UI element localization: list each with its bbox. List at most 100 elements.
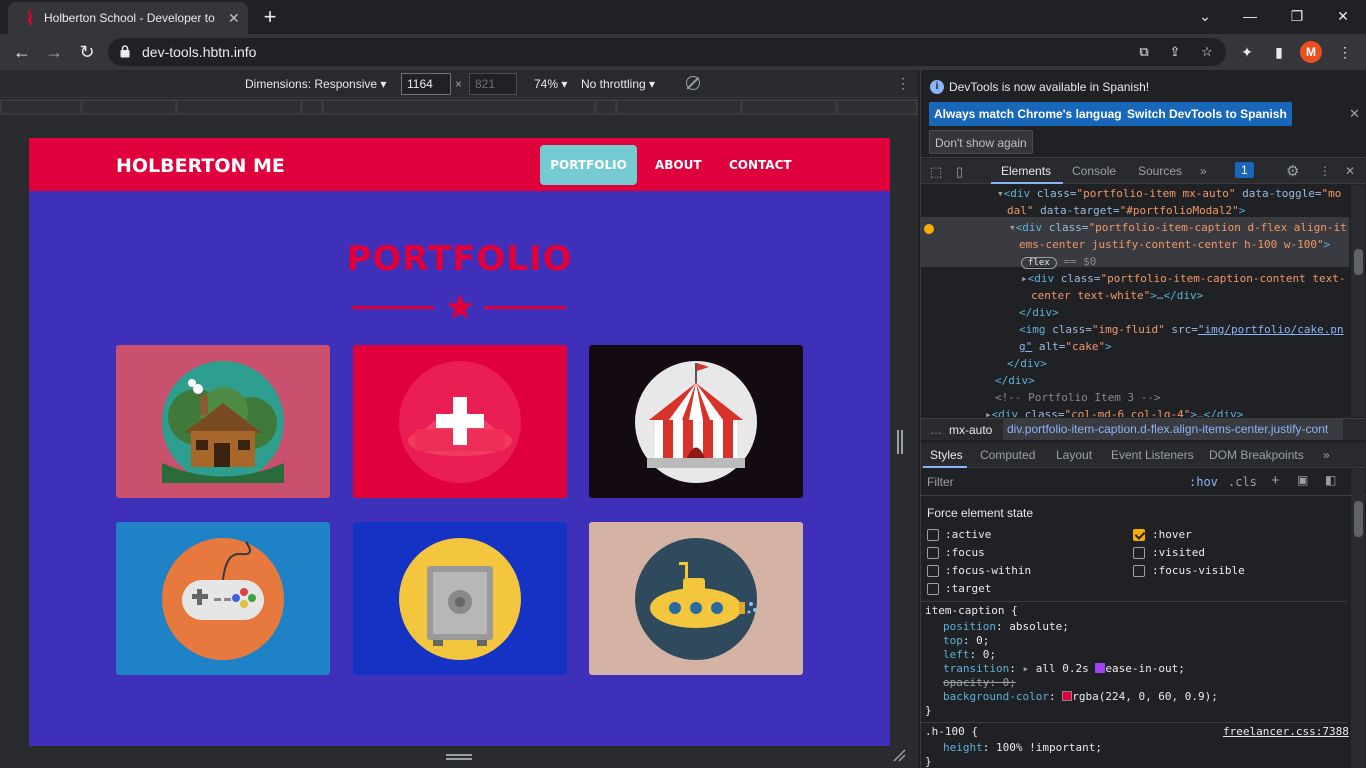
easing-swatch-icon[interactable]: [1095, 663, 1106, 673]
ruler-segment[interactable]: [178, 101, 300, 113]
height-input[interactable]: 821: [469, 73, 517, 95]
breadcrumb-item-selected[interactable]: div.portfolio-item-caption.d-flex.align-…: [1003, 419, 1343, 440]
hover-checkbox[interactable]: [1133, 529, 1145, 541]
css-property[interactable]: left: 0;: [943, 648, 996, 662]
breadcrumb-overflow[interactable]: …: [930, 423, 942, 437]
tab-event-listeners[interactable]: Event Listeners: [1111, 448, 1194, 462]
color-swatch-icon[interactable]: [1062, 691, 1073, 701]
corner-resize-icon[interactable]: [892, 748, 906, 762]
tab-dom-breakpoints[interactable]: DOM Breakpoints: [1209, 448, 1304, 462]
ruler-segment[interactable]: [83, 101, 175, 113]
portfolio-item-safe[interactable]: [353, 522, 567, 675]
hov-toggle[interactable]: :hov: [1189, 475, 1218, 489]
css-property[interactable]: top: 0;: [943, 634, 989, 648]
styles-scrollbar[interactable]: [1351, 469, 1365, 768]
portfolio-item-game[interactable]: [116, 522, 330, 675]
tab-console[interactable]: Console: [1072, 164, 1116, 178]
ruler-segment[interactable]: [2, 101, 80, 113]
portfolio-item-submarine[interactable]: [589, 522, 803, 675]
add-rule-icon[interactable]: +: [1271, 472, 1280, 489]
nav-portfolio-link[interactable]: PORTFOLIO: [540, 145, 637, 185]
devtools-close-icon[interactable]: ✕: [1345, 164, 1355, 178]
tab-layout[interactable]: Layout: [1056, 448, 1092, 462]
nav-contact-link[interactable]: CONTACT: [729, 145, 792, 185]
throttling-dropdown[interactable]: No throttling ▾: [581, 77, 655, 91]
forward-arrow-icon[interactable]: →: [42, 40, 66, 64]
dom-node[interactable]: ▸<div class="portfolio-item-caption-cont…: [1021, 270, 1346, 287]
cls-toggle[interactable]: .cls: [1228, 475, 1257, 489]
css-property[interactable]: height: 100% !important;: [943, 741, 1102, 755]
css-property[interactable]: background-color: rgba(224, 0, 60, 0.9);: [943, 690, 1218, 704]
rule-selector[interactable]: item-caption {: [925, 604, 1018, 618]
styles-scrollbar-thumb[interactable]: [1354, 501, 1363, 537]
ruler-segment[interactable]: [618, 101, 740, 113]
visited-checkbox[interactable]: [1133, 547, 1145, 559]
zoom-dropdown[interactable]: 74% ▾: [534, 77, 567, 91]
back-arrow-icon[interactable]: ←: [10, 40, 34, 64]
tab-sources[interactable]: Sources: [1138, 164, 1182, 178]
focus-visible-checkbox[interactable]: [1133, 565, 1145, 577]
portfolio-item-circus[interactable]: [589, 345, 803, 498]
reload-icon[interactable]: ↻: [75, 40, 99, 64]
active-checkbox[interactable]: [927, 529, 939, 541]
css-property[interactable]: position: absolute;: [943, 620, 1069, 634]
tab-elements[interactable]: Elements: [1001, 164, 1051, 178]
rule-selector[interactable]: .h-100 {: [925, 725, 978, 739]
settings-gear-icon[interactable]: ⚙: [1286, 162, 1299, 180]
portfolio-item-cabin[interactable]: [116, 345, 330, 498]
styles-filter-input[interactable]: Filter: [927, 475, 954, 489]
more-tabs-icon[interactable]: »: [1200, 164, 1207, 178]
browser-tab[interactable]: Holberton School - Developer to ✕: [8, 2, 248, 34]
issues-badge[interactable]: 1: [1235, 162, 1254, 178]
css-property[interactable]: transition: ▸ all 0.2s ease-in-out;: [943, 662, 1185, 676]
device-toggle-icon[interactable]: ▯: [956, 164, 963, 180]
focus-checkbox[interactable]: [927, 547, 939, 559]
dom-scrollbar-thumb[interactable]: [1354, 249, 1363, 275]
width-input[interactable]: 1164: [401, 73, 451, 95]
target-checkbox[interactable]: [927, 583, 939, 595]
nav-about-link[interactable]: ABOUT: [655, 145, 702, 185]
tab-styles[interactable]: Styles: [930, 448, 963, 462]
side-panel-icon[interactable]: ▮: [1268, 41, 1290, 63]
device-more-icon[interactable]: ⋮: [896, 75, 910, 92]
side-resize-handle[interactable]: [897, 430, 903, 454]
tab-close-icon[interactable]: ✕: [228, 10, 240, 27]
selected-dom-node[interactable]: ▾<div class="portfolio-item-caption d-fl…: [1009, 219, 1347, 236]
inspect-element-icon[interactable]: ⬚: [930, 164, 942, 180]
restore-button[interactable]: ❐: [1285, 4, 1309, 28]
extensions-icon[interactable]: ✦: [1236, 41, 1258, 63]
site-brand[interactable]: HOLBERTON ME: [116, 155, 285, 177]
switch-spanish-button[interactable]: Switch DevTools to Spanish: [1122, 102, 1292, 126]
share-icon[interactable]: ⇪: [1166, 43, 1184, 61]
flex-badge[interactable]: flex: [1021, 257, 1057, 269]
dom-node[interactable]: <img class="img-fluid" src="img/portfoli…: [1019, 321, 1344, 338]
stylesheet-link[interactable]: freelancer.css:7388: [1223, 725, 1349, 739]
ruler-segment[interactable]: [743, 101, 835, 113]
dimensions-dropdown[interactable]: Dimensions: Responsive ▾: [245, 77, 386, 91]
address-bar[interactable]: dev-tools.hbtn.info ⧉ ⇪ ☆: [108, 38, 1226, 66]
focus-within-checkbox[interactable]: [927, 565, 939, 577]
profile-avatar[interactable]: M: [1300, 41, 1322, 63]
ruler-segment[interactable]: [303, 101, 321, 113]
bottom-resize-handle[interactable]: [446, 754, 472, 760]
minimize-button[interactable]: —: [1238, 4, 1262, 28]
portfolio-item-cake-hover[interactable]: [353, 345, 567, 498]
ruler-segment[interactable]: [597, 101, 615, 113]
bookmark-star-icon[interactable]: ☆: [1198, 43, 1216, 61]
rotate-icon[interactable]: [686, 76, 700, 90]
translate-icon[interactable]: ⧉: [1135, 43, 1153, 61]
dont-show-again-button[interactable]: Don't show again: [929, 130, 1033, 154]
color-format-icon[interactable]: ▣: [1297, 473, 1308, 487]
dom-node[interactable]: ▸<div class="col-md-6 col-lg-4">…</div>: [985, 406, 1243, 417]
css-property-overridden[interactable]: opacity: 0;: [943, 676, 1016, 690]
chrome-menu-icon[interactable]: ⋮: [1334, 41, 1356, 63]
window-close-button[interactable]: ✕: [1331, 4, 1355, 28]
match-language-button[interactable]: Always match Chrome's language: [929, 102, 1134, 126]
more-subtabs-icon[interactable]: »: [1323, 448, 1330, 462]
computed-sidebar-icon[interactable]: ◧: [1325, 473, 1336, 487]
tab-computed[interactable]: Computed: [980, 448, 1035, 462]
ruler-segment[interactable]: [324, 101, 594, 113]
ruler-segment[interactable]: [838, 101, 916, 113]
tab-search-icon[interactable]: ⌄: [1193, 4, 1217, 28]
breadcrumb-item[interactable]: mx-auto: [949, 423, 992, 437]
